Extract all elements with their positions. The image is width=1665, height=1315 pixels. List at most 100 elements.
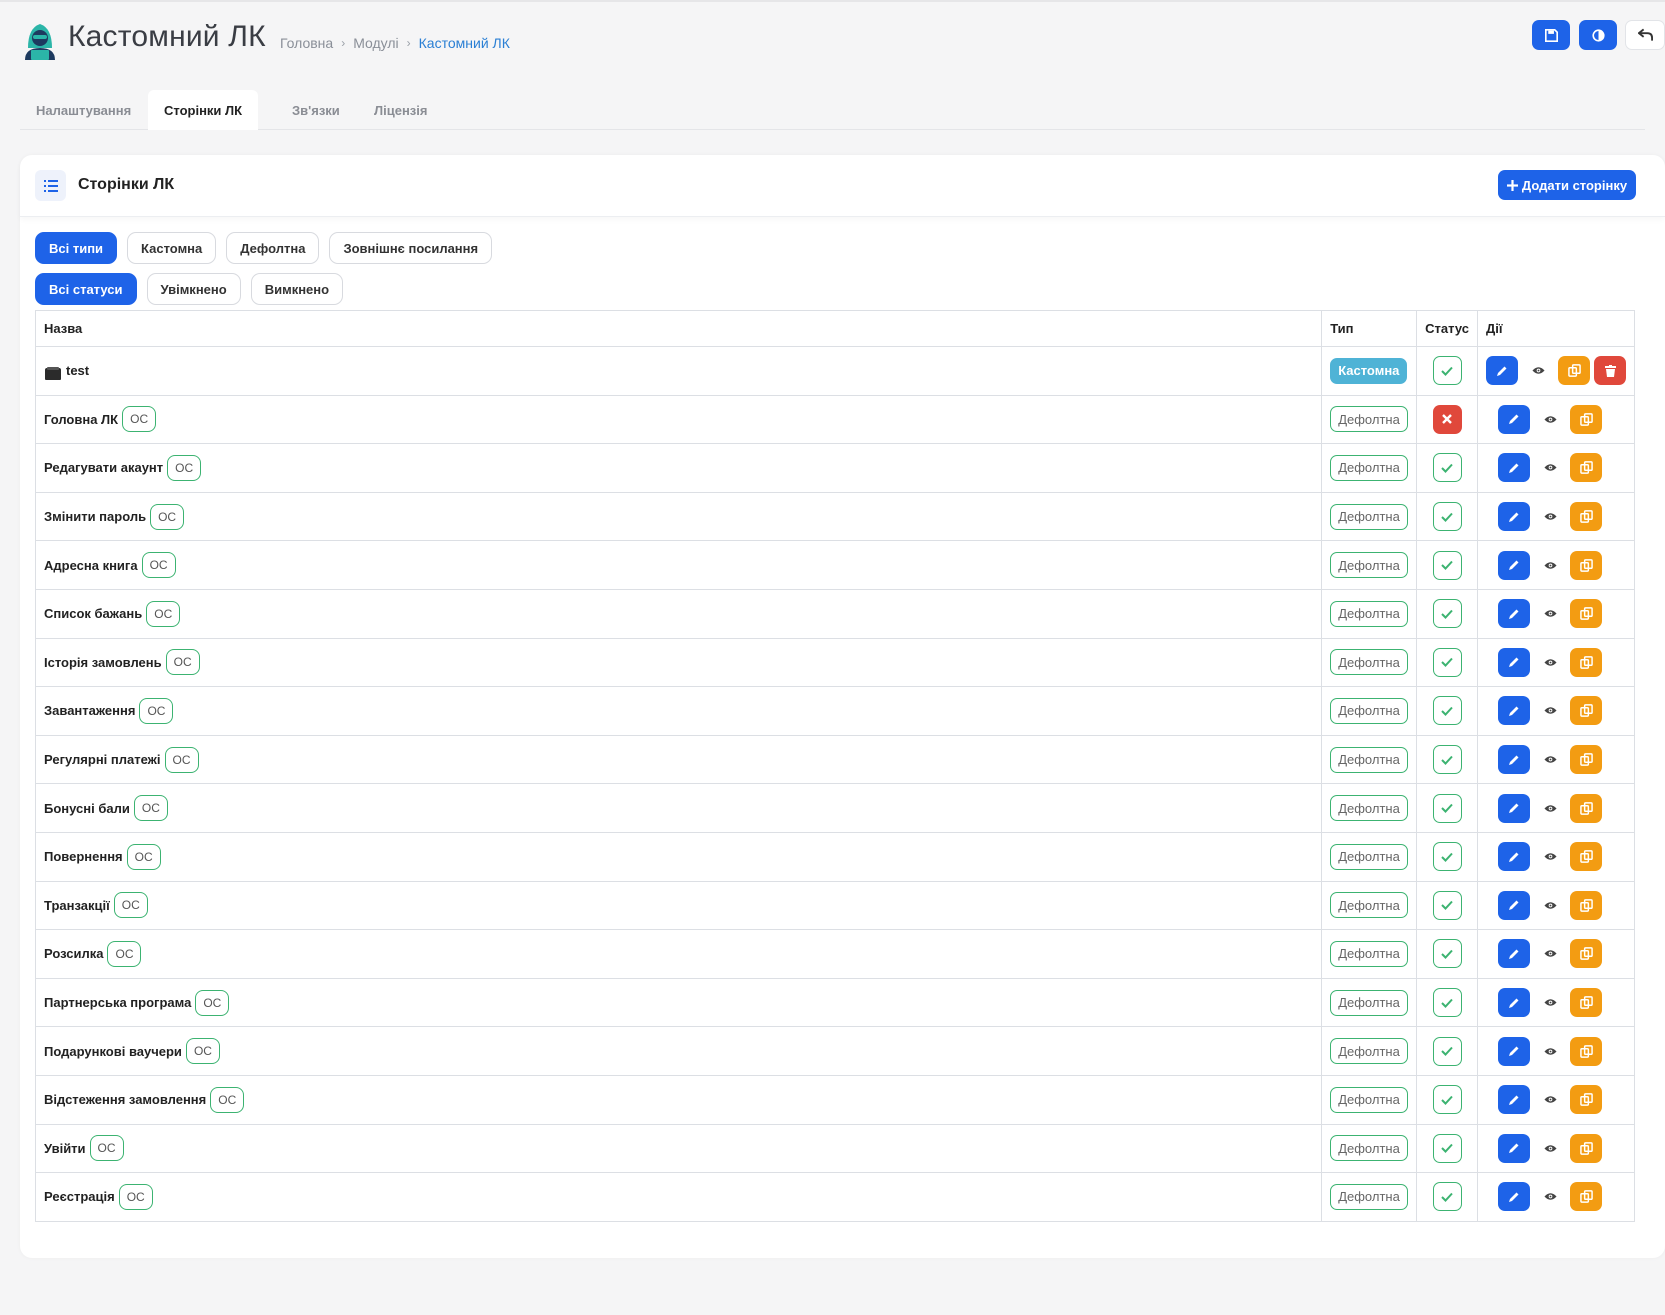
view-button[interactable]: [1534, 550, 1566, 580]
view-button[interactable]: [1534, 502, 1566, 532]
view-button[interactable]: [1534, 939, 1566, 969]
view-button[interactable]: [1534, 599, 1566, 629]
tab-settings[interactable]: Налаштування: [20, 90, 147, 130]
edit-button[interactable]: [1498, 453, 1530, 483]
filter-type-external[interactable]: Зовнішнє посилання: [329, 232, 493, 264]
table-row[interactable]: Головна ЛК OC Дефолтна: [34, 394, 1635, 445]
status-enabled-toggle[interactable]: [1432, 1036, 1462, 1066]
filter-type-all[interactable]: Всі типи: [35, 232, 118, 264]
status-enabled-toggle[interactable]: [1432, 1133, 1462, 1163]
theme-toggle-button[interactable]: [1579, 20, 1617, 50]
view-button[interactable]: [1534, 745, 1566, 775]
status-enabled-toggle[interactable]: [1432, 1182, 1462, 1212]
edit-button[interactable]: [1498, 1133, 1530, 1163]
table-row[interactable]: Змінити пароль OC Дефолтна: [34, 491, 1635, 542]
copy-button[interactable]: [1570, 1133, 1602, 1163]
breadcrumb-home[interactable]: Головна: [280, 35, 333, 51]
status-enabled-toggle[interactable]: [1432, 453, 1462, 483]
table-row[interactable]: Транзакції OC Дефолтна: [34, 880, 1635, 931]
status-enabled-toggle[interactable]: [1432, 988, 1462, 1018]
filter-status-disabled[interactable]: Вимкнено: [250, 273, 344, 305]
view-button[interactable]: [1534, 842, 1566, 872]
breadcrumb-current[interactable]: Кастомний ЛК: [419, 35, 510, 51]
status-enabled-toggle[interactable]: [1432, 647, 1462, 677]
add-page-button[interactable]: Додати сторінку: [1498, 170, 1636, 200]
table-row[interactable]: Подарункові ваучери OC Дефолтна: [34, 1026, 1635, 1076]
tab-relations[interactable]: Зв'язки: [276, 90, 356, 130]
table-row[interactable]: Відстеження замовлення OC Дефолтна: [34, 1074, 1635, 1125]
view-button[interactable]: [1534, 793, 1566, 823]
back-button[interactable]: [1625, 20, 1665, 50]
edit-button[interactable]: [1498, 793, 1530, 823]
status-enabled-toggle[interactable]: [1432, 890, 1462, 920]
copy-button[interactable]: [1570, 404, 1602, 434]
view-button[interactable]: [1522, 356, 1554, 386]
breadcrumb-modules[interactable]: Модулі: [353, 35, 398, 51]
status-enabled-toggle[interactable]: [1432, 599, 1462, 629]
edit-button[interactable]: [1498, 939, 1530, 969]
edit-button[interactable]: [1498, 404, 1530, 434]
status-enabled-toggle[interactable]: [1432, 842, 1462, 872]
table-row[interactable]: Адресна книга OC Дефолтна: [34, 540, 1635, 590]
edit-button[interactable]: [1498, 988, 1530, 1018]
status-enabled-toggle[interactable]: [1432, 502, 1462, 532]
filter-status-enabled[interactable]: Увімкнено: [146, 273, 241, 305]
copy-button[interactable]: [1570, 550, 1602, 580]
column-name[interactable]: Назва: [34, 310, 1323, 347]
view-button[interactable]: [1534, 1182, 1566, 1212]
delete-button[interactable]: [1594, 356, 1626, 386]
view-button[interactable]: [1534, 988, 1566, 1018]
status-enabled-toggle[interactable]: [1432, 1085, 1462, 1115]
table-row[interactable]: Розсилка OC Дефолтна: [34, 929, 1635, 979]
copy-button[interactable]: [1570, 453, 1602, 483]
table-row[interactable]: Регулярні платежі OC Дефолтна: [34, 734, 1635, 785]
edit-button[interactable]: [1498, 890, 1530, 920]
table-row[interactable]: test Кастомна: [34, 346, 1635, 396]
status-enabled-toggle[interactable]: [1432, 356, 1462, 386]
copy-button[interactable]: [1570, 842, 1602, 872]
column-type[interactable]: Тип: [1321, 310, 1418, 347]
edit-button[interactable]: [1498, 502, 1530, 532]
copy-button[interactable]: [1570, 1085, 1602, 1115]
edit-button[interactable]: [1498, 1085, 1530, 1115]
column-status[interactable]: Статус: [1416, 310, 1478, 347]
save-button[interactable]: [1532, 20, 1570, 50]
copy-button[interactable]: [1570, 939, 1602, 969]
table-row[interactable]: Реєстрація OC Дефолтна: [34, 1172, 1635, 1222]
edit-button[interactable]: [1498, 696, 1530, 726]
filter-status-all[interactable]: Всі статуси: [35, 273, 137, 305]
view-button[interactable]: [1534, 404, 1566, 434]
status-disabled-toggle[interactable]: [1432, 404, 1462, 434]
view-button[interactable]: [1534, 1036, 1566, 1066]
table-row[interactable]: Історія замовлень OC Дефолтна: [34, 637, 1635, 688]
table-row[interactable]: Увійти OC Дефолтна: [34, 1123, 1635, 1174]
status-enabled-toggle[interactable]: [1432, 793, 1462, 823]
copy-button[interactable]: [1570, 793, 1602, 823]
copy-button[interactable]: [1570, 890, 1602, 920]
filter-type-custom[interactable]: Кастомна: [127, 232, 217, 264]
edit-button[interactable]: [1498, 1036, 1530, 1066]
edit-button[interactable]: [1498, 842, 1530, 872]
filter-type-default[interactable]: Дефолтна: [226, 232, 320, 264]
table-row[interactable]: Повернення OC Дефолтна: [34, 831, 1635, 882]
edit-button[interactable]: [1498, 647, 1530, 677]
view-button[interactable]: [1534, 1133, 1566, 1163]
view-button[interactable]: [1534, 696, 1566, 726]
copy-button[interactable]: [1570, 1182, 1602, 1212]
status-enabled-toggle[interactable]: [1432, 745, 1462, 775]
edit-button[interactable]: [1498, 599, 1530, 629]
status-enabled-toggle[interactable]: [1432, 550, 1462, 580]
edit-button[interactable]: [1486, 356, 1518, 386]
copy-button[interactable]: [1570, 599, 1602, 629]
copy-button[interactable]: [1570, 696, 1602, 726]
copy-button[interactable]: [1570, 502, 1602, 532]
table-row[interactable]: Редагувати акаунт OC Дефолтна: [34, 443, 1635, 493]
status-enabled-toggle[interactable]: [1432, 696, 1462, 726]
table-row[interactable]: Завантаження OC Дефолтна: [34, 686, 1635, 736]
edit-button[interactable]: [1498, 550, 1530, 580]
copy-button[interactable]: [1570, 1036, 1602, 1066]
view-button[interactable]: [1534, 453, 1566, 483]
view-button[interactable]: [1534, 890, 1566, 920]
status-enabled-toggle[interactable]: [1432, 939, 1462, 969]
table-row[interactable]: Бонусні бали OC Дефолтна: [34, 783, 1635, 833]
